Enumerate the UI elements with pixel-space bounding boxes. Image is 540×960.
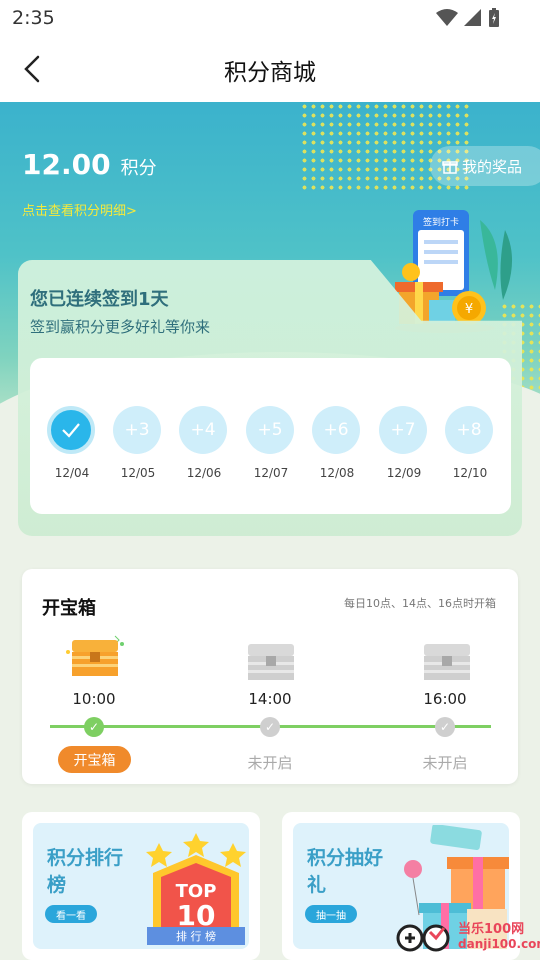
points-balance: 12.00 积分: [22, 148, 157, 181]
watermark-logo-icon: [396, 924, 450, 952]
treasure-note: 每日10点、14点、16点时开箱: [344, 597, 496, 610]
svg-text:¥: ¥: [465, 302, 473, 317]
signal-icon: [464, 9, 481, 26]
watermark-line2: danji100.com: [458, 937, 540, 951]
my-prizes-label: 我的奖品: [462, 157, 523, 176]
status-time: 2:35: [12, 7, 55, 29]
chest-status: 未开启: [422, 754, 468, 772]
view-ranking-button[interactable]: 看一看: [45, 905, 97, 923]
gift-icon: [442, 161, 458, 174]
signin-day[interactable]: +3 12/05: [113, 406, 163, 480]
lottery-promo-title: 积分抽好礼: [307, 847, 384, 896]
battery-icon: [489, 8, 499, 27]
day-date: 12/07: [253, 466, 289, 480]
chest-time: 14:00: [248, 690, 292, 708]
day-reward: +8: [445, 406, 493, 454]
day-date: 12/09: [386, 466, 422, 480]
chest-time: 16:00: [423, 690, 467, 708]
nav-bar: 积分商城: [0, 36, 540, 102]
checkmark-icon: [62, 423, 80, 438]
status-bar: 2:35: [0, 0, 540, 36]
chest-time: 10:00: [72, 690, 116, 708]
wifi-icon: [436, 9, 458, 26]
treasure-title: 开宝箱: [42, 598, 96, 619]
draw-lottery-button[interactable]: 抽一抽: [305, 905, 357, 923]
signin-day[interactable]: +6 12/08: [312, 406, 362, 480]
signin-title: 您已连续签到1天: [30, 289, 169, 310]
badge-ribbon-text: 排 行 榜: [176, 929, 216, 943]
day-reward: +4: [179, 406, 227, 454]
check-done-icon: ✓: [84, 717, 104, 737]
day-date: 12/08: [319, 466, 355, 480]
page-title: 积分商城: [224, 60, 316, 86]
signin-day[interactable]: +7 12/09: [379, 406, 429, 480]
treasure-chest-locked-icon: [424, 644, 470, 680]
day-reward: +5: [246, 406, 294, 454]
open-chest-button[interactable]: 开宝箱: [58, 746, 131, 773]
watermark-line1: 当乐100网: [458, 922, 525, 937]
status-icons: [436, 8, 500, 28]
day-reward: +3: [113, 406, 161, 454]
signin-days: 12/04 +3 12/05 +4 12/06 +5 12/07 +6 12/0…: [30, 358, 511, 514]
ranking-promo-inner: 积分排行榜 看一看 TOP 10 排 行 榜: [33, 823, 249, 949]
points-detail-link[interactable]: 点击查看积分明细>: [22, 200, 137, 219]
day-reward: +6: [312, 406, 360, 454]
check-pending-icon: ✓: [260, 717, 280, 737]
day-date: 12/05: [120, 466, 156, 480]
signin-day[interactable]: +5 12/07: [246, 406, 296, 480]
day-date: 12/10: [452, 466, 488, 480]
gift-card-label: 签到打卡: [423, 216, 459, 228]
ranking-promo-title: 积分排行榜: [47, 847, 124, 896]
chest-status: 未开启: [247, 754, 293, 772]
day-checked: [47, 406, 95, 454]
check-pending-icon: ✓: [435, 717, 455, 737]
treasure-chest-open-icon[interactable]: [60, 632, 130, 682]
signin-subtitle: 签到赢积分更多好礼等你来: [30, 318, 211, 336]
treasure-chest-locked-icon: [248, 644, 294, 680]
day-date: 12/06: [186, 466, 222, 480]
signin-day[interactable]: +4 12/06: [179, 406, 229, 480]
day-date: 12/04: [54, 466, 90, 480]
site-watermark: 当乐100网 danji100.com: [396, 918, 540, 956]
signin-day[interactable]: +8 12/10: [445, 406, 495, 480]
ranking-promo-card[interactable]: 积分排行榜 看一看 TOP 10 排 行 榜: [22, 812, 260, 960]
signin-day[interactable]: 12/04: [47, 406, 97, 480]
day-reward: +7: [379, 406, 427, 454]
top10-badge-icon: TOP 10 排 行 榜: [146, 833, 246, 945]
my-prizes-button[interactable]: 我的奖品: [430, 146, 540, 186]
points-unit: 积分: [120, 158, 157, 179]
points-value: 12.00: [22, 148, 111, 181]
